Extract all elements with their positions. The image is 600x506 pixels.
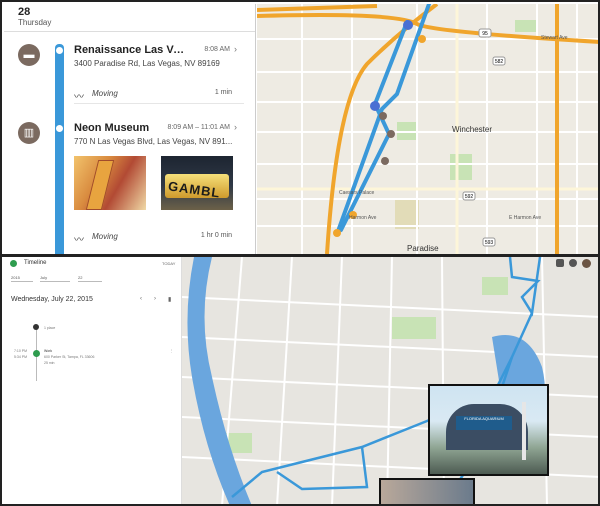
bottom-panel: Timeline TODAY 2015 July 22 Wednesday, J… <box>4 257 598 504</box>
park-area <box>482 277 508 295</box>
park-area <box>450 154 472 180</box>
month-select[interactable]: July <box>40 275 70 282</box>
map-label: Harmon Ave <box>349 215 377 221</box>
map-label: Winchester <box>452 125 493 134</box>
chevron-right-icon[interactable]: › <box>234 122 237 132</box>
street-grid <box>257 4 598 254</box>
hotel-icon: ▬ <box>18 44 40 66</box>
composite-screenshot: 28 Thursday ▬ Renaissance Las Vegas... 8… <box>0 0 600 506</box>
app-title: Timeline <box>24 260 47 266</box>
track-node <box>56 47 63 54</box>
photo-thumbnail[interactable]: FLORIDA AQUARIUM <box>428 384 549 476</box>
apps-icon[interactable] <box>556 259 564 267</box>
place-address: 3400 Paradise Rd, Las Vegas, NV 89169 <box>74 59 220 68</box>
photo-thumbnail[interactable] <box>379 478 475 504</box>
selected-date: Wednesday, July 22, 2015 <box>11 296 93 303</box>
app-logo-icon <box>10 260 17 267</box>
today-button[interactable]: TODAY <box>162 261 175 266</box>
light-pole-graphic <box>522 402 526 460</box>
place-time: 8:09 AM – 11:01 AM <box>167 124 230 131</box>
divider <box>4 31 255 32</box>
moving-duration: 1 min <box>214 89 232 96</box>
timeline-list: 28 Thursday ▬ Renaissance Las Vegas... 8… <box>4 4 256 254</box>
top-panel: 28 Thursday ▬ Renaissance Las Vegas... 8… <box>4 4 598 254</box>
svg-text:592: 592 <box>465 194 474 200</box>
visit-time-end: 5:34 PM <box>14 355 28 359</box>
map-label: E Harmon Ave <box>509 215 542 221</box>
timeline-track <box>55 44 64 254</box>
map-canvas: 95 582 592 593 <box>257 4 598 254</box>
avatar[interactable] <box>582 259 591 268</box>
map-view[interactable]: 95 582 592 593 Stewart Ave Winchester Ca… <box>257 4 598 254</box>
track-node <box>56 125 63 132</box>
more-icon[interactable]: ⋮ <box>170 349 174 353</box>
place-time: 8:08 AM <box>204 46 230 53</box>
moving-label: Moving <box>92 232 118 241</box>
chevron-right-icon[interactable]: › <box>234 44 237 54</box>
location-pin-icon <box>33 324 39 330</box>
visit-duration: 25 min <box>44 361 55 365</box>
delete-icon[interactable]: ▮ <box>168 296 171 303</box>
svg-text:593: 593 <box>485 240 494 246</box>
moving-row[interactable]: 〰 Moving 1 hr 0 min <box>74 229 244 247</box>
place-address: 770 N Las Vegas Blvd, Las Vegas, NV 891.… <box>74 137 233 146</box>
moving-duration: 1 hr 0 min <box>200 232 232 239</box>
river <box>187 257 252 504</box>
svg-text:582: 582 <box>495 59 504 65</box>
museum-icon: ▥ <box>18 122 40 144</box>
park-area <box>392 317 436 339</box>
place-title[interactable]: Renaissance Las Vegas... <box>74 44 186 56</box>
highway <box>257 4 598 254</box>
photo-thumbnail[interactable] <box>74 156 146 210</box>
visit-time-start: 7:10 PM <box>14 349 28 353</box>
day-number: 28 <box>18 6 31 18</box>
visit-dot <box>33 350 40 357</box>
visit-address: 600 Parker St, Tampa, FL 33606 <box>44 355 95 359</box>
summary-text: 1 place <box>44 326 56 330</box>
next-day-button[interactable]: › <box>154 296 156 302</box>
route-icon: 〰 <box>74 92 84 103</box>
prev-day-button[interactable]: ‹ <box>140 296 142 302</box>
park-area <box>395 199 419 229</box>
highway-shields: 95 582 592 593 <box>462 28 506 247</box>
day-select[interactable]: 22 <box>78 275 102 282</box>
route-icon: 〰 <box>74 235 84 246</box>
arterial-roads <box>257 4 598 254</box>
moving-label: Moving <box>92 89 118 98</box>
visit-name[interactable]: Work <box>44 349 52 353</box>
map-label: Paradise <box>407 244 439 253</box>
aquarium-sign: FLORIDA AQUARIUM <box>456 416 512 430</box>
timeline-sidebar: Timeline TODAY 2015 July 22 Wednesday, J… <box>4 257 182 504</box>
moving-row[interactable]: 〰 Moving 1 min <box>74 86 244 104</box>
map-label: Caesars Palace <box>339 190 375 196</box>
park-area <box>515 20 537 32</box>
year-select[interactable]: 2015 <box>11 275 33 282</box>
svg-text:95: 95 <box>482 31 488 37</box>
account-icon[interactable] <box>569 259 577 267</box>
map-label: Stewart Ave <box>541 35 568 41</box>
day-name: Thursday <box>18 18 52 27</box>
